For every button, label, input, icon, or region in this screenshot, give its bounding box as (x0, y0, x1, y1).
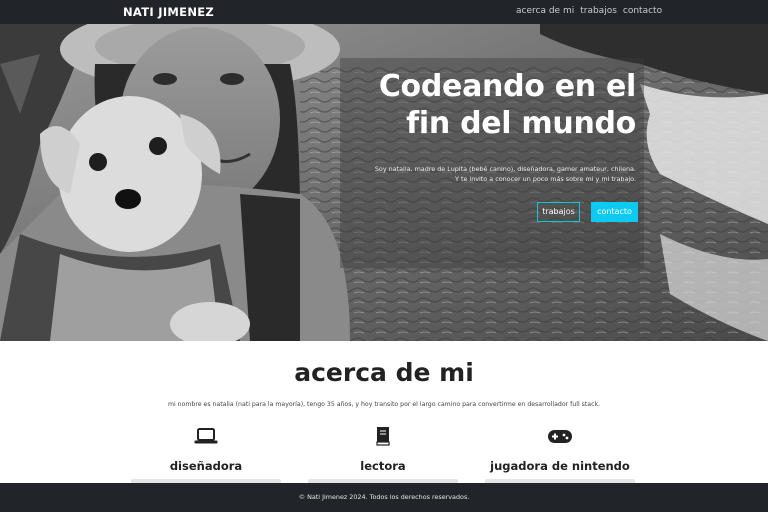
nav-link-works[interactable]: trabajos (580, 6, 617, 16)
gamepad-icon (548, 430, 572, 443)
contact-button[interactable]: contacto (591, 202, 638, 222)
hero-title: Codeando en el fin del mundo (378, 69, 636, 141)
about-title: acerca de mi (294, 358, 474, 387)
brand-logo[interactable]: NATI JIMENEZ (123, 5, 214, 19)
feature-gamer: jugadora de nintendo (470, 426, 650, 485)
hero-lead: Soy natalia, madre de Lupita (bebé canin… (346, 164, 636, 184)
book-icon (376, 427, 390, 446)
feature-designer: diseñadora (116, 426, 296, 485)
nav-links: acerca de mi trabajos contacto (516, 6, 662, 16)
nav-link-contact[interactable]: contacto (623, 6, 662, 16)
about-text: mi nombre es natalia (nati para la mayor… (167, 401, 601, 408)
footer: © Nati Jimenez 2024. Todos los derechos … (0, 483, 768, 512)
hero-lead-line-2: Y te invito a conocer un poco más sobre … (455, 175, 636, 183)
works-button[interactable]: trabajos (537, 202, 580, 222)
hero-lead-line-1: Soy natalia, madre de Lupita (bebé canin… (374, 165, 636, 173)
feature-title-reader: lectora (360, 459, 406, 473)
feature-reader: lectora (293, 426, 473, 485)
laptop-icon (194, 428, 218, 444)
hero-section: Codeando en el fin del mundo Soy natalia… (0, 24, 768, 341)
feature-title-gamer: jugadora de nintendo (490, 459, 630, 473)
feature-title-designer: diseñadora (169, 459, 243, 473)
footer-copyright: © Nati Jimenez 2024. Todos los derechos … (298, 493, 470, 501)
hero-panel: Codeando en el fin del mundo Soy natalia… (340, 58, 644, 268)
nav-link-about[interactable]: acerca de mi (516, 6, 574, 16)
navbar: NATI JIMENEZ acerca de mi trabajos conta… (0, 0, 768, 24)
